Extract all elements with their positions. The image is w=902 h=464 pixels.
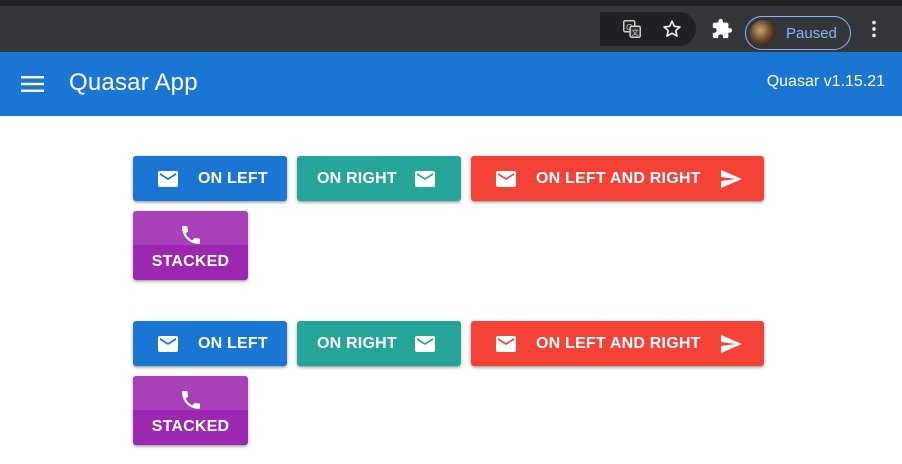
stacked-label: STACKED xyxy=(151,417,230,435)
on-left-button[interactable]: ON LEFT xyxy=(133,156,287,201)
on-left-label: ON LEFT xyxy=(198,169,268,187)
on-right-button[interactable]: ON RIGHT xyxy=(297,321,461,366)
button-highlight xyxy=(133,376,248,410)
on-left-and-right-button[interactable]: ON LEFT AND RIGHT xyxy=(471,156,764,201)
menu-icon[interactable] xyxy=(20,72,44,96)
stacked-button[interactable]: STACKED xyxy=(133,211,248,280)
app-version: Quasar v1.15.21 xyxy=(766,73,885,90)
button-highlight xyxy=(133,211,248,245)
avatar xyxy=(750,20,776,46)
stacked-button[interactable]: STACKED xyxy=(133,376,248,445)
mail-icon xyxy=(494,332,518,356)
mail-icon xyxy=(156,167,180,191)
on-left-button[interactable]: ON LEFT xyxy=(133,321,287,366)
app-title: Quasar App xyxy=(69,69,198,96)
on-right-button[interactable]: ON RIGHT xyxy=(297,156,461,201)
browser-toolbar: G 文 Paused xyxy=(0,0,902,52)
on-left-and-right-button[interactable]: ON LEFT AND RIGHT xyxy=(471,321,764,366)
mail-icon xyxy=(413,332,437,356)
bookmark-star-icon[interactable] xyxy=(660,17,684,41)
more-vert-icon[interactable] xyxy=(862,17,886,41)
profile-status-label: Paused xyxy=(786,24,837,42)
page-content: ON LEFT ON RIGHT ON LEFT AND RIGHT STACK… xyxy=(0,116,902,464)
on-left-and-right-label: ON LEFT AND RIGHT xyxy=(536,334,701,352)
mail-icon xyxy=(156,332,180,356)
extensions-icon[interactable] xyxy=(710,17,734,41)
send-icon xyxy=(719,332,743,356)
translate-icon[interactable]: G 文 xyxy=(620,17,644,41)
on-left-label: ON LEFT xyxy=(198,334,268,352)
stacked-label: STACKED xyxy=(151,252,230,270)
app-header: Quasar App Quasar v1.15.21 xyxy=(0,52,902,116)
profile-button[interactable]: Paused xyxy=(745,16,851,50)
on-left-and-right-label: ON LEFT AND RIGHT xyxy=(536,169,701,187)
on-right-label: ON RIGHT xyxy=(317,334,397,352)
mail-icon xyxy=(494,167,518,191)
send-icon xyxy=(719,167,743,191)
svg-text:文: 文 xyxy=(632,28,640,37)
on-right-label: ON RIGHT xyxy=(317,169,397,187)
mail-icon xyxy=(413,167,437,191)
